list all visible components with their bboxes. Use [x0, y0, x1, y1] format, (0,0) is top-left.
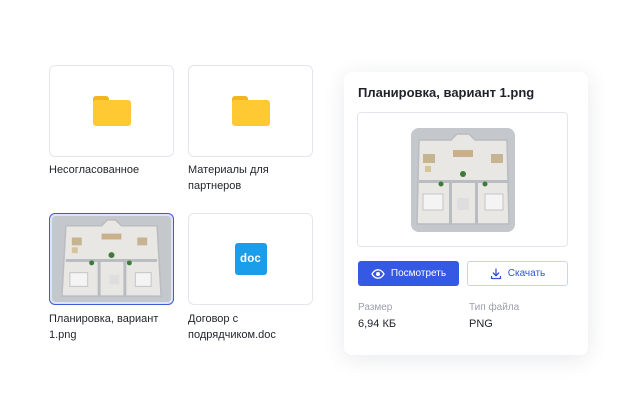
- file-name: Договор с подрядчиком.doc: [188, 313, 276, 341]
- preview-image: [410, 127, 515, 232]
- file-tile-doc[interactable]: doc: [188, 213, 313, 305]
- panel-title: Планировка, вариант 1.png: [358, 85, 535, 100]
- doc-file-icon: doc: [234, 243, 267, 275]
- view-button-label: Посмотреть: [390, 268, 447, 279]
- file-tile-image[interactable]: [49, 213, 174, 305]
- folder-icon: [92, 96, 131, 126]
- image-thumbnail: [52, 216, 171, 302]
- file-details-panel: Планировка, вариант 1.png Посмотреть Ска…: [344, 72, 588, 355]
- file-tile-folder-2[interactable]: [188, 65, 313, 157]
- file-name: Материалы для партнеров: [188, 164, 269, 192]
- file-type-label: Тип файла: [469, 302, 520, 313]
- file-tile-folder-1[interactable]: [49, 65, 174, 157]
- file-type-value: PNG: [469, 318, 493, 330]
- download-button-label: Скачать: [507, 268, 546, 279]
- file-name: Несогласованное: [49, 164, 140, 176]
- size-label: Размер: [358, 302, 393, 313]
- view-button[interactable]: Посмотреть: [358, 261, 459, 286]
- file-name: Планировка, вариант 1.png: [49, 313, 159, 341]
- file-preview: [357, 112, 568, 247]
- download-icon: [490, 267, 501, 279]
- folder-icon: [231, 96, 270, 126]
- size-value: 6,94 КБ: [358, 318, 397, 330]
- download-button[interactable]: Скачать: [467, 261, 568, 286]
- eye-icon: [371, 268, 385, 279]
